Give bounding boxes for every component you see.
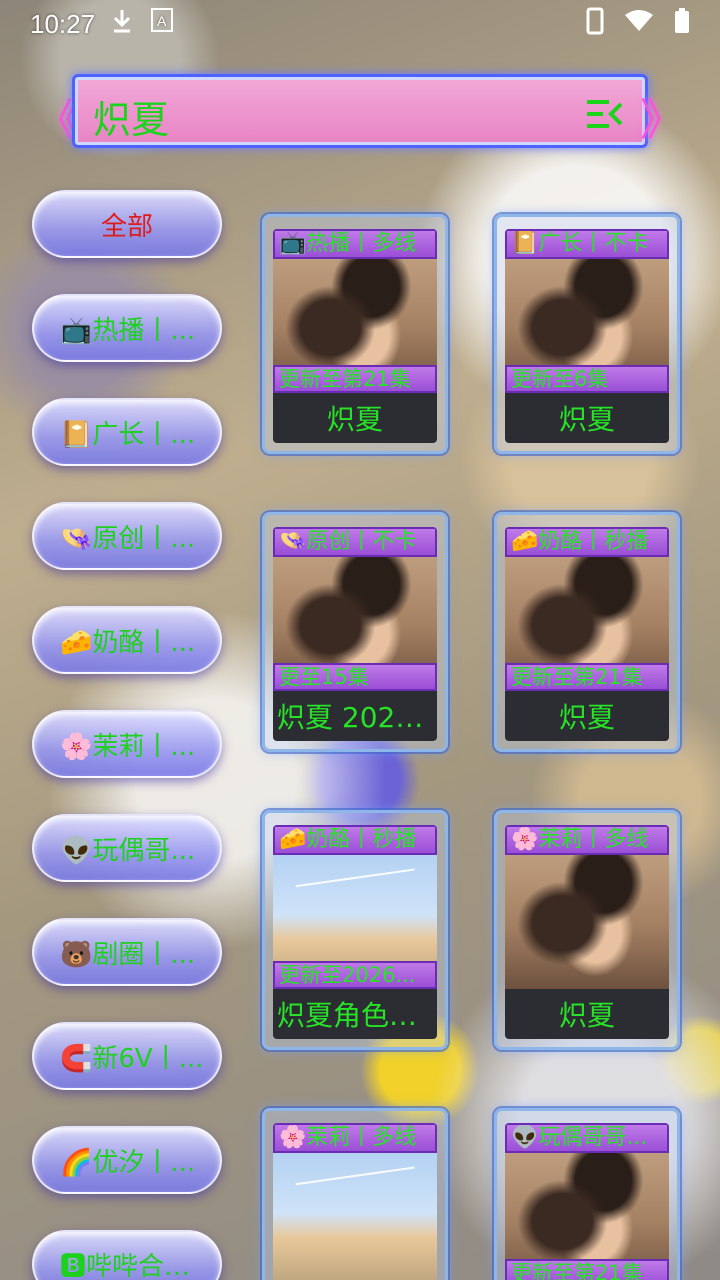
category-label: 👒原创丨... [60, 523, 196, 554]
category-item[interactable]: 🌈优汐丨... [32, 1126, 222, 1194]
source-tag: 👒原创丨不卡 [273, 527, 437, 557]
category-item[interactable]: 📔广长丨... [32, 398, 222, 466]
category-label: 全部 [100, 211, 153, 242]
category-label: 📔广长丨... [60, 419, 196, 450]
category-item[interactable]: 🧀奶酪丨... [32, 606, 222, 674]
header: 《 炽夏 》 [36, 70, 684, 152]
video-card[interactable]: 📺热播丨多线 更新至第21集 炽夏 [262, 214, 448, 454]
phone-icon [586, 7, 604, 42]
episode-badge: 更新至第21集 [505, 663, 669, 691]
video-title: 炽夏 [505, 989, 669, 1039]
category-item[interactable]: 🧲新6V丨... [32, 1022, 222, 1090]
category-item[interactable]: 📺热播丨... [32, 294, 222, 362]
category-item[interactable]: 👒原创丨... [32, 502, 222, 570]
source-tag: 📔广长丨不卡 [505, 229, 669, 259]
category-label: 👽玩偶哥... [60, 835, 196, 866]
category-item[interactable]: 🅱哔哔合集... [32, 1230, 222, 1280]
category-label: 🧲新6V丨... [60, 1043, 204, 1074]
category-label: 🌈优汐丨... [60, 1147, 196, 1178]
category-label: 🧀奶酪丨... [60, 627, 196, 658]
page-title: 炽夏 [93, 98, 170, 142]
category-item[interactable]: 🌸茉莉丨... [32, 710, 222, 778]
category-item[interactable]: 🐻剧圈丨... [32, 918, 222, 986]
category-label: 📺热播丨... [60, 315, 196, 346]
video-card[interactable]: 🌸茉莉丨多线 炽夏 [494, 810, 680, 1050]
video-card[interactable]: 🧀奶酪丨秒播 更新至2026... 炽夏角色番... [262, 810, 448, 1050]
category-label: 🅱哔哔合集... [60, 1251, 206, 1280]
video-title: 炽夏 [273, 393, 437, 443]
status-time: 10:27 [30, 8, 96, 39]
search-bar[interactable]: 炽夏 [72, 74, 648, 148]
episode-badge: 更新至第21集 [505, 1259, 669, 1280]
category-label: 🌸茉莉丨... [60, 731, 196, 762]
source-tag: 🌸茉莉丨多线 [505, 825, 669, 855]
video-title: 炽夏 [505, 691, 669, 741]
video-card[interactable]: 🧀奶酪丨秒播 更新至第21集 炽夏 [494, 512, 680, 752]
video-title: 炽夏 2026-... [273, 691, 437, 741]
source-tag: 🧀奶酪丨秒播 [505, 527, 669, 557]
category-item[interactable]: 👽玩偶哥... [32, 814, 222, 882]
video-card[interactable]: 📔广长丨不卡 更新至6集 炽夏 [494, 214, 680, 454]
episode-badge: 更新至第21集 [273, 365, 437, 393]
source-tag: 📺热播丨多线 [273, 229, 437, 259]
video-title: 炽夏角色番... [273, 989, 437, 1039]
battery-icon [674, 7, 690, 42]
episode-badge: 更至15集 [273, 663, 437, 691]
video-card[interactable]: 👽玩偶哥哥... 更新至第21集 [494, 1108, 680, 1280]
a-icon: A [151, 8, 174, 40]
menu-collapse-icon[interactable] [585, 97, 623, 131]
category-label: 🐻剧圈丨... [60, 939, 196, 970]
episode-badge: 更新至6集 [505, 365, 669, 393]
source-tag: 👽玩偶哥哥... [505, 1123, 669, 1153]
episode-badge: 更新至2026... [273, 961, 437, 989]
svg-text:A: A [157, 13, 167, 29]
download-icon [111, 8, 133, 40]
forward-chevron-icon[interactable]: 》 [640, 84, 684, 148]
source-tag: 🧀奶酪丨秒播 [273, 825, 437, 855]
video-card[interactable]: 👒原创丨不卡 更至15集 炽夏 2026-... [262, 512, 448, 752]
source-tag: 🌸茉莉丨多线 [273, 1123, 437, 1153]
video-title: 炽夏 [505, 393, 669, 443]
video-card[interactable]: 🌸茉莉丨多线 [262, 1108, 448, 1280]
status-bar: 10:27 A [0, 0, 720, 48]
category-all[interactable]: 全部 [32, 190, 222, 258]
wifi-icon [624, 9, 654, 40]
